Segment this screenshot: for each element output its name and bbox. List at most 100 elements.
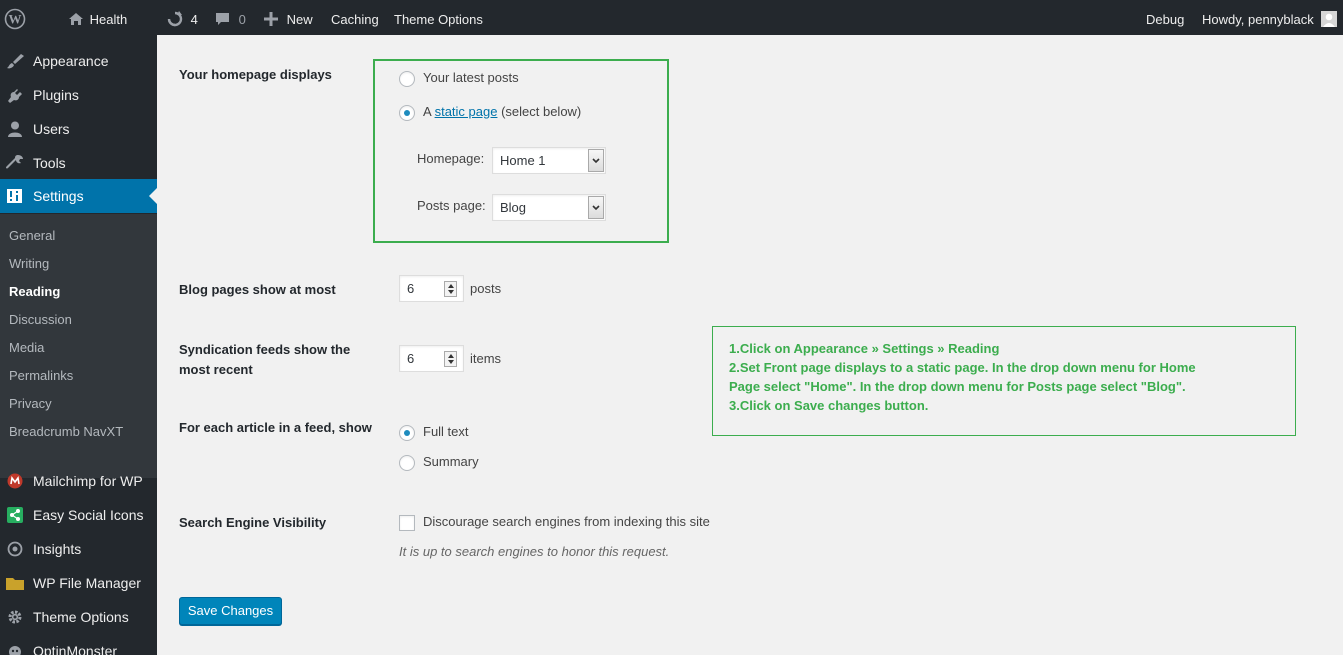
folder-icon [6,578,24,590]
note-line: 3.Click on Save changes button. [729,398,929,413]
optinmonster-icon [9,646,21,655]
sidebar-item-mailchimp[interactable]: Mailchimp for WP [0,464,157,498]
caching-link[interactable]: Caching [331,0,379,35]
chevron-down-icon [592,158,600,164]
discourage-search-label: Discourage search engines from indexing … [423,514,710,529]
new-content-link[interactable]: New [264,0,313,35]
submenu-item-general[interactable]: General [9,228,55,244]
sidebar-item-theme-options[interactable]: Theme Options [0,600,157,634]
sidebar-item-insights[interactable]: Insights [0,532,157,566]
static-page-link[interactable]: static page [435,104,498,119]
updates-link[interactable]: 4 [166,0,198,35]
sidebar-item-label: Settings [33,188,84,204]
blog-pages-input[interactable]: 6 [399,275,464,302]
sidebar-item-optinmonster[interactable]: OptinMonster [0,634,157,655]
sidebar-item-wp-file-manager[interactable]: WP File Manager [0,566,157,600]
homepage-select[interactable]: Home 1 [492,147,606,174]
latest-posts-label: Your latest posts [423,70,519,85]
syndication-input[interactable]: 6 [399,345,464,372]
syndication-label-line2: most recent [179,362,253,377]
comments-count: 0 [238,12,246,27]
wrench-icon [6,155,23,169]
submenu-item-permalinks[interactable]: Permalinks [9,368,73,384]
homepage-select-arrow [588,149,604,172]
comment-icon [216,12,229,25]
submenu-item-privacy[interactable]: Privacy [9,396,52,412]
static-page-suffix: (select below) [497,104,582,119]
sidebar-item-label: Tools [33,155,66,171]
syndication-unit: items [470,351,502,366]
note-line: 1.Click on Appearance » Settings » Readi… [729,341,1000,356]
mailchimp-icon [7,473,23,489]
homepage-select-label: Homepage: [417,151,485,166]
submenu-item-breadcrumb-navxt[interactable]: Breadcrumb NavXT [9,424,123,440]
home-icon [69,12,83,25]
sidebar-item-appearance[interactable]: Appearance [0,44,157,78]
sidebar-item-label: Easy Social Icons [33,507,144,523]
syndication-value: 6 [407,351,415,366]
admin-bar: W Health 4 0 New Caching Theme Options D… [0,0,1343,35]
instructions-note: 1.Click on Appearance » Settings » Readi… [712,326,1296,436]
sidebar-item-label: Plugins [33,87,79,103]
sidebar-item-label: Mailchimp for WP [33,473,143,489]
sidebar-item-label: WP File Manager [33,575,141,591]
settings-submenu: General Writing Reading Discussion Media… [0,214,157,478]
avatar-user-icon [1321,11,1337,27]
submenu-item-discussion[interactable]: Discussion [9,312,72,328]
howdy-account[interactable]: Howdy, pennyblack [1202,0,1314,35]
sidebar-item-label: Theme Options [33,609,129,625]
homepage-select-value: Home 1 [500,153,546,168]
sidebar-item-tools[interactable]: Tools [0,146,157,180]
syndication-stepper[interactable] [444,351,457,367]
summary-radio[interactable] [399,455,415,471]
updates-icon [167,10,183,26]
static-page-radio[interactable] [399,105,415,121]
comments-link[interactable]: 0 [215,0,246,35]
sidebar-item-users[interactable]: Users [0,112,157,146]
plus-icon [264,11,278,26]
blog-pages-stepper[interactable] [444,281,457,297]
blog-pages-value: 6 [407,281,415,296]
sidebar-item-label: Users [33,121,70,137]
wordpress-logo-icon[interactable]: W [4,0,28,35]
updates-count: 4 [190,12,198,27]
search-visibility-hint: It is up to search engines to honor this… [399,544,670,559]
site-name-link[interactable]: Health [68,0,127,35]
posts-page-select-label: Posts page: [417,198,486,213]
submenu-item-writing[interactable]: Writing [9,256,49,272]
feed-article-label: For each article in a feed, show [179,420,372,435]
share-icon [7,507,23,523]
sidebar-item-settings[interactable]: Settings [0,179,157,213]
discourage-search-checkbox[interactable] [399,515,415,531]
submenu-item-reading[interactable]: Reading [9,284,60,300]
sidebar-item-label: Appearance [33,53,109,69]
theme-options-link[interactable]: Theme Options [394,0,483,35]
blog-pages-unit: posts [470,281,502,296]
posts-page-select[interactable]: Blog [492,194,606,221]
admin-sidebar: Appearance Plugins Users Tools Settings … [0,35,157,655]
sidebar-item-plugins[interactable]: Plugins [0,78,157,112]
site-name: Health [89,12,128,27]
static-page-prefix: A [423,104,435,119]
note-line: 2.Set Front page displays to a static pa… [729,360,1196,375]
full-text-radio[interactable] [399,425,415,441]
chevron-down-icon [592,205,600,211]
note-line: Page select "Home". In the drop down men… [729,379,1186,394]
debug-link[interactable]: Debug [1146,0,1184,35]
save-changes-button[interactable]: Save Changes [179,597,282,625]
sidebar-item-label: Insights [33,541,82,557]
posts-page-select-value: Blog [500,200,527,215]
posts-page-select-arrow [588,196,604,219]
full-text-label: Full text [423,424,469,439]
user-icon [8,121,22,137]
sidebar-item-label: OptinMonster [33,643,118,655]
settings-icon [7,189,22,203]
avatar[interactable] [1321,11,1337,27]
gear-icon [8,610,22,624]
new-label: New [286,12,313,27]
submenu-item-media[interactable]: Media [9,340,44,356]
paintbrush-icon [7,54,24,69]
syndication-label-line1: Syndication feeds show the [179,342,351,357]
latest-posts-radio[interactable] [399,71,415,87]
sidebar-item-easy-social-icons[interactable]: Easy Social Icons [0,498,157,532]
